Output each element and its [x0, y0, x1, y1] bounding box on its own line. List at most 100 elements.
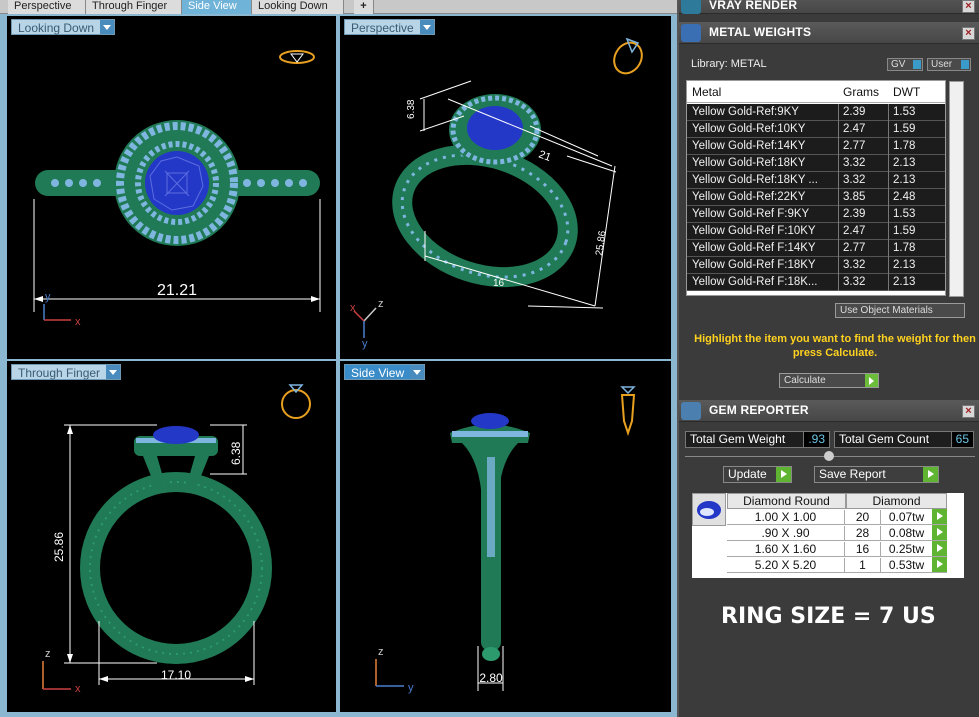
close-icon[interactable]: × [962, 405, 975, 418]
axis-label-x: x [75, 683, 81, 695]
axis-label-z: z [378, 298, 384, 310]
close-icon[interactable]: × [962, 27, 975, 40]
viewport-through-finger[interactable]: 25.86 6.38 17.10 z x Through Finger [7, 361, 336, 712]
metal-grams: 2.39 [843, 106, 866, 118]
metal-row[interactable]: Yellow Gold-Ref:18KY ... 3.32 2.13 [687, 172, 945, 189]
dimension-width: 2.80 [479, 671, 503, 685]
viewport-side-view[interactable]: 2.80 z y Side View [340, 361, 671, 712]
gem-weight: 0.07tw [888, 510, 925, 524]
dimension-height: 25.86 [594, 230, 608, 257]
metal-row[interactable]: Yellow Gold-Ref:18KY 3.32 2.13 [687, 155, 945, 172]
metal-weights-table[interactable]: Metal Grams DWT Yellow Gold-Ref:9KY 2.39 1… [686, 80, 946, 296]
viewport-dropdown-icon[interactable] [106, 365, 121, 379]
update-button[interactable]: Update [723, 466, 792, 483]
close-icon[interactable]: × [962, 0, 975, 13]
gem-report-table[interactable]: Diamond Round Diamond 1.00 X 1.00 20 0.07t… [692, 493, 964, 578]
splitter-handle[interactable] [824, 451, 834, 461]
viewport-dropdown-icon[interactable] [100, 20, 115, 34]
total-gem-count: Total Gem Count 65 [834, 431, 974, 448]
metal-weights-header[interactable]: METAL WEIGHTS × [679, 22, 979, 44]
metal-name: Yellow Gold-Ref F:10KY [692, 225, 816, 237]
go-arrow-icon[interactable] [932, 541, 947, 556]
vray-render-title: VRAY RENDER [709, 0, 798, 12]
gem-reporter-icon [681, 402, 701, 420]
dimension-head-height: 6.38 [229, 441, 243, 465]
view-cube-icon[interactable] [279, 50, 315, 64]
save-report-button[interactable]: Save Report [814, 466, 939, 483]
metal-dwt: 1.59 [893, 123, 916, 135]
dimension-depth: 16 [493, 278, 505, 289]
gem-reporter-header[interactable]: GEM REPORTER × [679, 400, 979, 422]
looking-down-render: 21.21 y x [33, 50, 321, 328]
metal-dwt: 2.48 [893, 191, 916, 203]
metal-row[interactable]: Yellow Gold-Ref F:18K... 3.32 2.13 [687, 274, 945, 291]
axis-label-y: y [362, 338, 368, 350]
metal-dwt: 2.13 [893, 174, 916, 186]
metal-row[interactable]: Yellow Gold-Ref F:9KY 2.39 1.53 [687, 206, 945, 223]
metal-table-scrollbar[interactable] [949, 81, 964, 297]
metal-weights-icon [681, 24, 701, 42]
gem-row[interactable]: 1.60 X 1.60 16 0.25tw [727, 541, 947, 557]
metal-name: Yellow Gold-Ref:18KY [692, 157, 806, 169]
dimension-head-height: 6.38 [406, 99, 417, 119]
axis-label-z: z [378, 646, 384, 658]
header-diamond-round: Diamond Round [727, 493, 846, 509]
view-cube-icon[interactable] [609, 37, 648, 79]
axis-label-y: y [45, 291, 51, 303]
viewport-label-through-finger[interactable]: Through Finger [11, 364, 122, 380]
gem-size: 5.20 X 5.20 [727, 558, 845, 573]
metal-name: Yellow Gold-Ref F:9KY [692, 208, 810, 220]
tab-through-finger[interactable]: Through Finger [86, 0, 182, 14]
viewport-label-perspective[interactable]: Perspective [344, 19, 435, 35]
user-toggle[interactable]: User [927, 58, 971, 71]
side-view-render: 2.80 z y [375, 386, 636, 694]
add-tab-button[interactable]: + [354, 0, 374, 14]
dimension-width: 17.10 [161, 668, 191, 682]
viewport-perspective[interactable]: 6.38 21 25.86 16 z x y Perspective [340, 16, 671, 359]
dimension-height: 25.86 [52, 532, 66, 562]
viewport-label-looking-down[interactable]: Looking Down [11, 19, 116, 35]
viewport-dropdown-icon[interactable] [419, 20, 434, 34]
viewport-label-side-view[interactable]: Side View [344, 364, 426, 380]
viewport-dropdown-icon[interactable] [410, 365, 425, 379]
library-label: Library: METAL [691, 58, 767, 70]
metal-name: Yellow Gold-Ref F:18KY [692, 259, 816, 271]
gem-weight: 0.08tw [888, 526, 925, 540]
tab-looking-down[interactable]: Looking Down [252, 0, 344, 14]
go-arrow-icon[interactable] [932, 525, 947, 540]
through-finger-render: 25.86 6.38 17.10 z x [42, 384, 311, 695]
metal-row[interactable]: Yellow Gold-Ref F:14KY 2.77 1.78 [687, 240, 945, 257]
go-arrow-icon[interactable] [932, 509, 947, 524]
metal-dwt: 1.59 [893, 225, 916, 237]
metal-grams: 2.39 [843, 208, 866, 220]
metal-row[interactable]: Yellow Gold-Ref:9KY 2.39 1.53 [687, 104, 945, 121]
calculate-button[interactable]: Calculate [779, 373, 879, 388]
view-cube-icon[interactable] [281, 384, 311, 419]
tab-side-view[interactable]: Side View [182, 0, 252, 14]
use-object-materials-toggle[interactable]: Use Object Materials [835, 303, 965, 318]
tab-perspective[interactable]: Perspective [8, 0, 86, 14]
metal-row[interactable]: Yellow Gold-Ref F:18KY 3.32 2.13 [687, 257, 945, 274]
vray-render-header[interactable]: VRAY RENDER × [679, 0, 979, 14]
metal-grams: 2.77 [843, 140, 866, 152]
view-cube-icon[interactable] [620, 386, 636, 437]
center-stone [471, 413, 509, 429]
ring-size-label: RING SIZE = 7 US [721, 604, 936, 629]
gem-count: 20 [845, 510, 881, 525]
go-arrow-icon[interactable] [932, 557, 947, 572]
metal-dwt: 2.13 [893, 276, 916, 288]
gv-toggle[interactable]: GV [887, 58, 923, 71]
metal-row[interactable]: Yellow Gold-Ref:10KY 2.47 1.59 [687, 121, 945, 138]
gem-count: 28 [845, 526, 881, 541]
gem-row[interactable]: 1.00 X 1.00 20 0.07tw [727, 509, 947, 525]
gem-row[interactable]: .90 X .90 28 0.08tw [727, 525, 947, 541]
metal-row[interactable]: Yellow Gold-Ref:22KY 3.85 2.48 [687, 189, 945, 206]
metal-row[interactable]: Yellow Gold-Ref F:10KY 2.47 1.59 [687, 223, 945, 240]
viewport-looking-down[interactable]: 21.21 y x Looking Down [7, 16, 336, 359]
gem-size: 1.60 X 1.60 [727, 542, 845, 557]
gem-row[interactable]: 5.20 X 5.20 1 0.53tw [727, 557, 947, 573]
diamond-thumbnail [692, 493, 726, 526]
metal-row[interactable]: Yellow Gold-Ref:14KY 2.77 1.78 [687, 138, 945, 155]
center-stone [153, 426, 199, 444]
axis-label-y: y [408, 682, 414, 694]
